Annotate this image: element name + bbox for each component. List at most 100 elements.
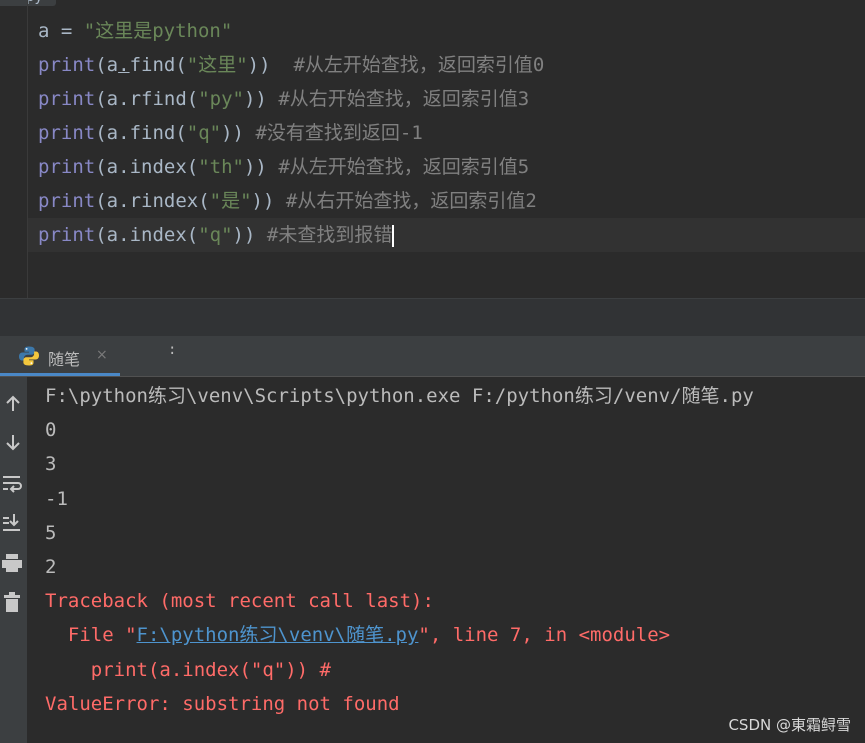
watermark: CSDN @東霜鲟雪 xyxy=(728,716,851,734)
code-comment: #未查找到报错 xyxy=(266,224,393,246)
code-object: a xyxy=(106,88,119,110)
code-comment: #从左开始查找，返回索引值0 xyxy=(293,54,545,76)
run-console[interactable]: F:\python练习\venv\Scripts\python.exe F:/p… xyxy=(28,377,865,743)
code-paren: )) xyxy=(251,190,275,212)
code-paren: ( xyxy=(95,54,107,76)
code-comment: #没有查找到返回-1 xyxy=(255,122,423,144)
more-options-icon[interactable]: : xyxy=(168,342,176,358)
editor-tab-label: py xyxy=(26,0,43,5)
code-method: find xyxy=(129,122,176,144)
code-object: a xyxy=(106,224,119,246)
code-string: "这里是python" xyxy=(83,20,233,42)
code-builtin: print xyxy=(38,156,96,178)
run-panel-header: 随笔 × : xyxy=(0,336,865,377)
code-comment: #从右开始查找，返回索引值2 xyxy=(285,190,537,212)
code-dot: . xyxy=(118,88,130,110)
panel-splitter[interactable] xyxy=(0,298,865,337)
traceback-header: Traceback (most recent call last): xyxy=(45,590,434,613)
code-method: rfind xyxy=(129,88,187,110)
editor-file-tab[interactable]: py xyxy=(0,0,56,6)
run-toolbar xyxy=(0,377,27,743)
run-tab-label: 随笔 xyxy=(48,350,81,369)
run-tab[interactable]: 随笔 × xyxy=(0,336,120,376)
error-message: ValueError: substring not found xyxy=(45,692,400,715)
code-line[interactable]: a = "这里是python" xyxy=(38,14,865,48)
traceback-file-link[interactable]: F:\python练习\venv\随笔.py xyxy=(137,624,419,646)
code-paren: ( xyxy=(95,190,107,212)
code-object: a xyxy=(106,122,119,144)
code-string: "这里" xyxy=(186,54,248,76)
code-comment: #从左开始查找，返回索引值5 xyxy=(278,156,530,178)
editor-code-area[interactable]: a = "这里是python" print(a.find("这里")) #从左开… xyxy=(28,14,865,252)
code-method: index xyxy=(129,156,187,178)
traceback-file-prefix: File " xyxy=(45,624,137,647)
code-dot: . xyxy=(118,156,130,178)
traceback-file-line: File "F:\python练习\venv\随笔.py", line 7, i… xyxy=(45,618,754,652)
scroll-to-end-icon[interactable] xyxy=(0,509,27,537)
code-line[interactable]: print(a.rindex("是")) #从右开始查找，返回索引值2 xyxy=(38,184,865,218)
code-paren: )) xyxy=(247,54,271,76)
arrow-down-icon[interactable] xyxy=(0,429,27,457)
code-line-current[interactable]: print(a.index("q")) #未查找到报错 xyxy=(28,218,865,252)
console-output-line: 0 xyxy=(45,419,57,442)
code-builtin: print xyxy=(38,122,96,144)
code-paren: ( xyxy=(175,54,187,76)
code-paren: ( xyxy=(198,190,210,212)
code-builtin: print xyxy=(38,224,96,246)
code-paren: ( xyxy=(95,88,107,110)
code-paren: ( xyxy=(175,122,187,144)
code-paren: ( xyxy=(95,224,107,246)
code-builtin: print xyxy=(38,190,96,212)
code-paren: )) xyxy=(221,122,244,144)
code-operator: = xyxy=(49,20,84,42)
soft-wrap-icon[interactable] xyxy=(0,469,27,497)
console-output-line: 5 xyxy=(45,521,57,544)
code-object: a xyxy=(106,190,119,212)
console-command-line: F:\python练习\venv\Scripts\python.exe F:/p… xyxy=(45,385,754,407)
code-editor[interactable]: py a = "这里是python" print(a.find("这里")) #… xyxy=(0,0,865,298)
code-line[interactable]: print(a.find("这里")) #从左开始查找，返回索引值0 xyxy=(38,48,865,82)
trash-icon[interactable] xyxy=(0,589,27,617)
console-output-line: 2 xyxy=(45,555,57,578)
arrow-up-icon[interactable] xyxy=(0,389,27,417)
code-variable: a xyxy=(38,20,50,42)
code-string: "q" xyxy=(198,224,233,246)
code-dot: . xyxy=(118,190,130,212)
code-line[interactable]: print(a.find("q")) #没有查找到返回-1 xyxy=(38,116,865,150)
code-paren: ( xyxy=(95,122,107,144)
traceback-code-line: print(a.index("q")) # xyxy=(45,658,331,681)
code-string: "q" xyxy=(186,122,222,144)
text-caret xyxy=(392,224,395,247)
code-paren: )) xyxy=(232,224,256,246)
code-line[interactable]: print(a.index("th")) #从左开始查找，返回索引值5 xyxy=(38,150,865,184)
close-icon[interactable]: × xyxy=(96,347,108,363)
code-object: a xyxy=(106,54,119,76)
code-paren: )) xyxy=(243,88,267,110)
code-paren: ( xyxy=(186,224,199,246)
console-output-line: 3 xyxy=(45,453,57,476)
code-string: "th" xyxy=(198,156,244,178)
code-comment: #从右开始查找，返回索引值3 xyxy=(278,88,530,110)
code-paren: ( xyxy=(186,156,199,178)
code-builtin: print xyxy=(38,54,96,76)
python-icon xyxy=(19,346,39,366)
code-dot: . xyxy=(118,54,130,76)
code-string: "py" xyxy=(198,88,244,110)
code-paren: )) xyxy=(243,156,267,178)
code-dot: . xyxy=(118,122,130,144)
traceback-file-suffix: ", line 7, in <module> xyxy=(418,624,671,647)
print-icon[interactable] xyxy=(0,549,27,577)
code-string: "是" xyxy=(209,190,252,212)
editor-gutter-divider xyxy=(27,0,28,298)
code-method: find xyxy=(129,54,176,76)
code-builtin: print xyxy=(38,88,96,110)
code-paren: ( xyxy=(186,88,199,110)
code-line[interactable]: print(a.rfind("py")) #从右开始查找，返回索引值3 xyxy=(38,82,865,116)
console-output-line: -1 xyxy=(45,487,68,510)
